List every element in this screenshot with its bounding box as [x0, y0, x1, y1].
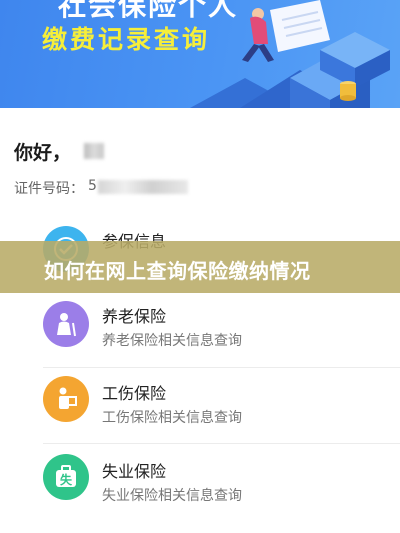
- item-title: 失业保险: [102, 462, 167, 481]
- list-item-pension[interactable]: 养老保险 养老保险相关信息查询: [0, 293, 400, 371]
- id-number-first-char: 5: [88, 178, 97, 194]
- list-item-unemployment[interactable]: 失 失业保险 失业保险相关信息查询: [0, 450, 400, 528]
- item-subtitle: 失业保险相关信息查询: [102, 488, 242, 504]
- blurred-id-number: [98, 180, 188, 194]
- blurred-user-name: [84, 143, 104, 159]
- list-item-work-injury[interactable]: 工伤保险 工伤保险相关信息查询: [0, 372, 400, 450]
- item-subtitle: 养老保险相关信息查询: [102, 333, 242, 349]
- elderly-person-icon: [43, 301, 89, 347]
- banner-illustration: [190, 0, 390, 108]
- greeting-text: 你好，: [14, 142, 72, 164]
- injured-worker-icon: [43, 376, 89, 422]
- unemployment-icon-glyph: 失: [60, 472, 73, 487]
- unemployment-briefcase-icon: 失: [43, 454, 89, 500]
- article-title: 如何在网上查询保险缴纳情况: [44, 259, 311, 283]
- header-banner: 社会保险个人 缴费记录查询: [0, 0, 400, 108]
- id-number-label: 证件号码：: [14, 181, 84, 197]
- item-subtitle: 工伤保险相关信息查询: [102, 410, 242, 426]
- item-title: 工伤保险: [102, 384, 167, 403]
- item-title: 养老保险: [102, 307, 167, 326]
- divider: [43, 367, 400, 368]
- divider: [43, 443, 400, 444]
